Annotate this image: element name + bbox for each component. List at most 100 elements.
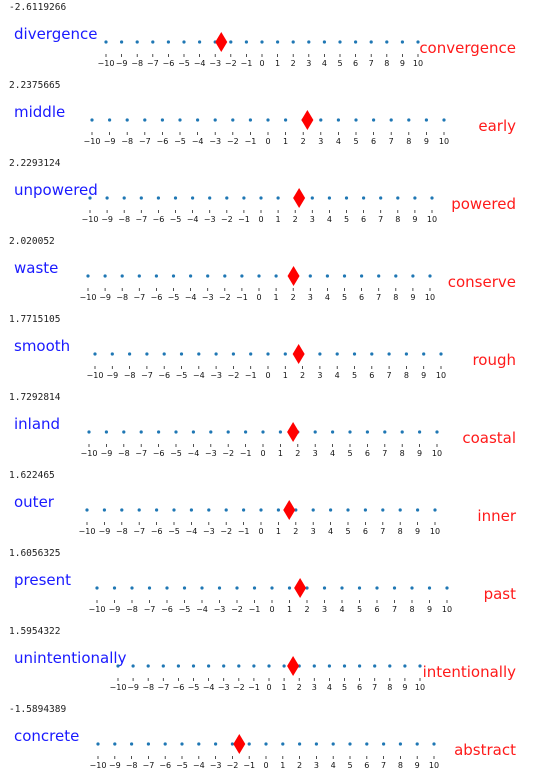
scale-dot [283, 352, 287, 356]
scale-dot [362, 196, 366, 200]
scale-dot [143, 118, 147, 122]
scale-dot [360, 274, 364, 278]
scale-dot [248, 118, 252, 122]
tick-label: 2 [291, 293, 296, 302]
scale-dot [208, 196, 212, 200]
scale-dot [249, 352, 253, 356]
tick-label: −3 [218, 683, 230, 692]
tick-label: 6 [371, 137, 376, 146]
scale-dot [237, 664, 241, 668]
scale-dot [213, 118, 217, 122]
score-marker-diamond [287, 266, 300, 286]
tick-label: 8 [409, 605, 414, 614]
scale-dot [428, 274, 432, 278]
tick-label: 4 [335, 371, 340, 380]
scale-dot [240, 274, 244, 278]
scale-dot [244, 40, 248, 44]
scale-dot [354, 118, 358, 122]
tick-label: −8 [126, 761, 138, 770]
scale-dot [329, 508, 333, 512]
scale-dot [122, 196, 126, 200]
scale-dot [131, 664, 135, 668]
scale-dot [165, 586, 169, 590]
scale-dot [398, 508, 402, 512]
scale-dot [198, 40, 202, 44]
scale-dot [120, 274, 124, 278]
tick-label: −6 [153, 215, 165, 224]
scale-dot [348, 742, 352, 746]
scale-dot [388, 664, 392, 668]
scale-dot [418, 430, 422, 434]
tick-label: 8 [393, 293, 398, 302]
number-line-axis: −10 −9 −8 −7 −6 −5 −4 −3 −2 −1 0 1 2 3 4 5 6 7 8 9 10 [98, 32, 423, 68]
scale-dot [422, 352, 426, 356]
tick-label: 3 [308, 293, 313, 302]
tick-label: −3 [204, 215, 216, 224]
tick-label: −10 [79, 527, 96, 536]
scale-dot [266, 118, 270, 122]
tick-label: −4 [187, 215, 199, 224]
scale-dot [427, 586, 432, 590]
scale-dot [394, 274, 398, 278]
scale-dot [344, 196, 349, 200]
scale-dot [154, 274, 158, 278]
scale-dot [145, 352, 149, 356]
tick-label: −9 [116, 59, 128, 68]
tick-label: −10 [81, 449, 98, 458]
scale-dot [373, 664, 377, 668]
scale-dot [207, 508, 211, 512]
tick-label: 8 [398, 761, 403, 770]
scale-dot [445, 586, 449, 590]
tick-label: −1 [243, 761, 255, 770]
tick-label: 3 [306, 59, 311, 68]
tick-label: 6 [374, 605, 379, 614]
tick-label: 1 [278, 449, 283, 458]
tick-label: −8 [142, 683, 154, 692]
tick-label: 8 [384, 59, 389, 68]
tick-label: 6 [353, 59, 358, 68]
tick-label: 4 [325, 293, 330, 302]
tick-label: 0 [266, 683, 271, 692]
scale-dot [160, 118, 164, 122]
scale-dot [282, 664, 286, 668]
scale-dot [128, 352, 132, 356]
scale-dot [363, 508, 367, 512]
score-marker-diamond [283, 500, 296, 520]
scale-dot [137, 508, 141, 512]
scale-row: 1.6056325 present past −10 −9 −8 −7 −6 −5 −4 −3 −2−… [0, 546, 550, 624]
scale-dot [372, 118, 376, 122]
scale-dot [342, 664, 347, 668]
tick-label: −1 [238, 527, 250, 536]
tick-label: −8 [121, 137, 133, 146]
tick-label: 0 [258, 215, 263, 224]
scale-dot [191, 664, 196, 668]
scale-dot [389, 118, 393, 122]
scale-dot [137, 274, 141, 278]
scale-dot [383, 430, 387, 434]
scale-dot [197, 742, 201, 746]
scale-dot [396, 196, 400, 200]
scale-dot [259, 508, 263, 512]
number-line-axis: −10 −9 −8 −7 −6 −5 −4 −3 −2 −1 0 1 2 3 4 5 6 7 8 9 10 [89, 578, 452, 614]
scale-dot [105, 196, 109, 200]
scale-dot [322, 40, 326, 44]
scale-dot [197, 352, 201, 356]
scale-dot [112, 586, 117, 590]
tick-label: −8 [126, 605, 138, 614]
scale-dot [173, 196, 178, 200]
tick-label: −6 [151, 293, 163, 302]
scale-dot [354, 40, 358, 44]
tick-label: 6 [365, 449, 370, 458]
tick-label: −5 [178, 59, 190, 68]
tick-label: −4 [188, 449, 200, 458]
scale-dot [120, 40, 124, 44]
tick-label: 0 [256, 293, 261, 302]
tick-label: −3 [203, 527, 215, 536]
scale-dot [156, 196, 160, 200]
tick-label: −5 [176, 371, 188, 380]
scale-dot [122, 430, 126, 434]
tick-label: 6 [369, 371, 374, 380]
scale-dot [264, 742, 268, 746]
scale-dot [276, 508, 280, 512]
tick-label: −6 [161, 605, 173, 614]
